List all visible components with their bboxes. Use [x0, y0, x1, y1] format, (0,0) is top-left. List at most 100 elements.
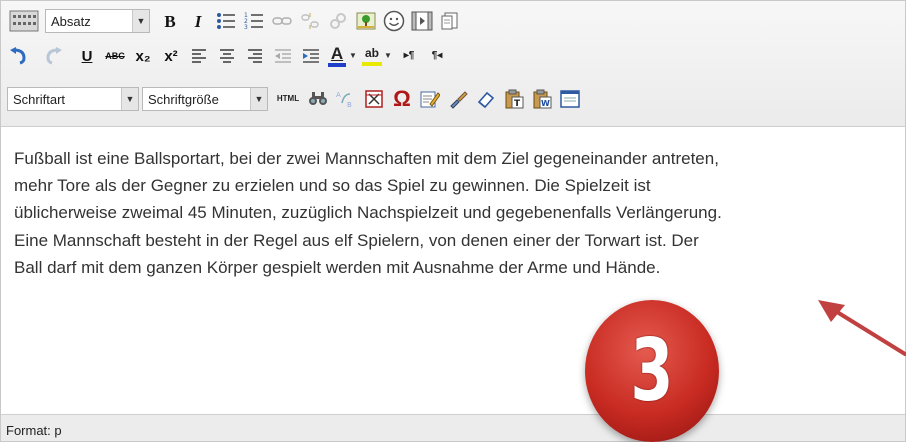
rtl-icon: ¶◂ [431, 50, 443, 61]
ordered-list-button[interactable]: 123 [242, 9, 266, 33]
subscript-icon: x₂ [135, 47, 151, 65]
svg-text:W: W [541, 99, 550, 108]
link-button[interactable] [270, 9, 294, 33]
align-left-button[interactable] [187, 44, 211, 68]
superscript-button[interactable]: x² [159, 44, 183, 68]
svg-text:A: A [336, 91, 341, 99]
rtl-button[interactable]: ¶◂ [425, 44, 449, 68]
strikethrough-button[interactable]: ABC [103, 44, 127, 68]
annotation-number: 3 [630, 321, 674, 421]
redo-button[interactable] [41, 44, 65, 68]
align-center-button[interactable] [215, 44, 239, 68]
text-color-icon: A [330, 43, 344, 63]
align-center-icon [220, 49, 234, 63]
highlight-color-dropdown[interactable]: ▼ [383, 44, 393, 68]
format-painter-icon [450, 91, 468, 109]
page-break-button[interactable] [362, 87, 386, 111]
html-source-button[interactable]: HTML [274, 87, 302, 111]
editor-toolbar: Absatz ▼ B I 123 U ABC x₂ x² A ▼ ab ▼ ▸¶… [1, 1, 905, 127]
subscript-button[interactable]: x₂ [131, 44, 155, 68]
font-size-select[interactable]: Schriftgröße ▼ [142, 87, 268, 111]
paragraph-line: üblicherweise zweimal 45 Minuten, zuzügl… [14, 203, 722, 223]
paragraph-line: Fußball ist eine Ballsportart, bei der z… [14, 149, 719, 168]
editor-statusbar: Format: p [1, 414, 905, 441]
paragraph-line: Eine Mannschaft besteht in der Regel aus… [14, 230, 699, 250]
template-button[interactable] [438, 9, 462, 33]
svg-text:3: 3 [244, 24, 248, 30]
annotation-arrow-icon [818, 300, 906, 356]
unlink-button[interactable] [298, 9, 322, 33]
undo-icon [10, 47, 26, 65]
replace-button[interactable]: AB [334, 87, 358, 111]
annotation-number-badge: 3 [585, 300, 719, 442]
ltr-icon: ▸¶ [403, 50, 415, 61]
media-button[interactable] [410, 9, 434, 33]
highlight-color-button[interactable]: ab [362, 44, 382, 68]
highlight-color-bar [362, 62, 382, 66]
chevron-down-icon: ▼ [250, 88, 267, 110]
indent-button[interactable] [299, 44, 323, 68]
font-size-value: Schriftgröße [148, 91, 219, 107]
outdent-icon [275, 49, 291, 63]
ordered-list-icon: 123 [244, 12, 263, 30]
text-color-bar [328, 62, 346, 67]
indent-icon [303, 49, 319, 63]
clear-format-button[interactable] [474, 87, 498, 111]
link-icon [272, 17, 292, 25]
fullscreen-button[interactable] [558, 87, 582, 111]
unordered-list-button[interactable] [214, 9, 238, 33]
toolbar-row-3: Schriftart ▼ Schriftgröße ▼ HTML AB Ω T … [7, 85, 586, 113]
block-format-select[interactable]: Absatz ▼ [45, 9, 150, 33]
toolbar-toggle-icon[interactable] [7, 9, 41, 33]
paste-word-button[interactable]: W [530, 87, 554, 111]
bold-icon: B [164, 11, 176, 31]
align-right-icon [248, 49, 262, 63]
page-break-icon [365, 90, 383, 108]
format-painter-button[interactable] [446, 87, 470, 111]
underline-button[interactable]: U [75, 44, 99, 68]
template-icon [441, 12, 458, 30]
font-family-select[interactable]: Schriftart ▼ [7, 87, 139, 111]
special-char-button[interactable]: Ω [390, 87, 414, 111]
ltr-button[interactable]: ▸¶ [397, 44, 421, 68]
italic-button[interactable]: I [186, 9, 210, 33]
edit-button[interactable] [418, 87, 442, 111]
paste-text-icon: T [505, 89, 524, 109]
paste-text-button[interactable]: T [502, 87, 526, 111]
svg-text:T: T [514, 99, 521, 109]
outdent-button[interactable] [271, 44, 295, 68]
find-button[interactable] [306, 87, 330, 111]
chevron-down-icon: ▼ [132, 10, 149, 32]
text-color-dropdown[interactable]: ▼ [348, 44, 358, 68]
text-color-button[interactable]: A [327, 44, 347, 68]
omega-icon: Ω [393, 86, 411, 111]
emoticon-button[interactable] [382, 9, 406, 33]
strikethrough-icon: ABC [105, 50, 125, 61]
html-icon: HTML [276, 94, 300, 103]
format-path: Format: p [6, 423, 62, 438]
paragraph-line: Ball darf mit dem ganzen Körper gespielt… [14, 257, 661, 277]
italic-icon: I [194, 11, 202, 31]
unlink-icon [301, 13, 319, 29]
eraser-icon [477, 91, 495, 109]
editor-paragraph[interactable]: Fußball ist eine Ballsportart, bei der z… [14, 145, 894, 281]
highlight-icon: ab [364, 46, 379, 60]
media-icon [411, 11, 433, 31]
image-button[interactable] [354, 9, 378, 33]
emoticon-icon [383, 10, 405, 32]
fullscreen-icon [560, 90, 580, 108]
font-family-value: Schriftart [13, 91, 66, 107]
paragraph-line: mehr Tore als der Gegner zu erzielen und… [14, 176, 651, 196]
replace-icon: AB [336, 91, 352, 109]
chevron-down-icon: ▼ [121, 88, 138, 110]
undo-button[interactable] [7, 44, 31, 68]
toolbar-row-2: U ABC x₂ x² A ▼ ab ▼ ▸¶ ¶◂ [7, 42, 453, 70]
bold-button[interactable]: B [158, 9, 182, 33]
align-right-button[interactable] [243, 44, 267, 68]
edit-icon [420, 91, 440, 108]
editor-content-area[interactable]: Fußball ist eine Ballsportart, bei der z… [1, 127, 905, 413]
toolbar-row-1: Absatz ▼ B I 123 [7, 7, 466, 35]
anchor-button[interactable] [326, 9, 350, 33]
underline-icon: U [81, 47, 93, 65]
rich-text-editor: Absatz ▼ B I 123 U ABC x₂ x² A ▼ ab ▼ ▸¶… [0, 0, 906, 442]
